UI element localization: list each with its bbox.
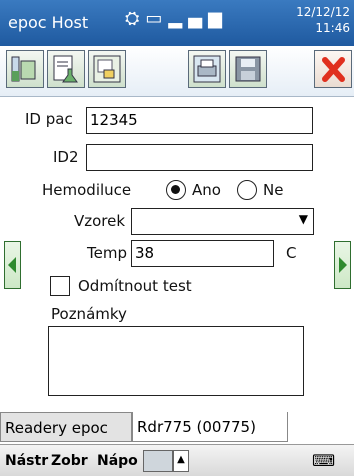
arrow-right-icon bbox=[339, 257, 347, 273]
signal-icon[interactable]: ▂▄▆ bbox=[168, 8, 228, 29]
test-tube-icon bbox=[11, 56, 36, 82]
reject-test-checkbox[interactable] bbox=[50, 276, 70, 296]
notes-textarea[interactable] bbox=[48, 326, 304, 396]
chevron-down-icon: ▼ bbox=[298, 212, 308, 226]
id2-label: ID2 bbox=[53, 148, 79, 166]
temp-unit: C bbox=[286, 244, 297, 262]
close-icon bbox=[322, 57, 345, 82]
arrow-left-icon bbox=[8, 257, 16, 273]
reject-test-label[interactable]: Odmítnout test bbox=[78, 277, 192, 295]
temp-input[interactable]: 38 bbox=[131, 240, 274, 267]
document-flask-button[interactable] bbox=[47, 50, 85, 88]
network-icon[interactable] bbox=[143, 450, 173, 472]
title-bar: epoc Host ⛭▭▂▄▆ 12/12/12 11:46 bbox=[0, 0, 354, 46]
test-tube-button[interactable] bbox=[6, 50, 44, 88]
vzorek-label: Vzorek bbox=[74, 212, 126, 230]
menu-zobr[interactable]: Zobr bbox=[51, 453, 88, 469]
id-pac-input[interactable]: 12345 bbox=[86, 107, 313, 134]
app-title: epoc Host bbox=[8, 13, 89, 32]
document-flask-icon bbox=[53, 55, 78, 83]
clock[interactable]: 12/12/12 11:46 bbox=[296, 4, 350, 36]
close-button[interactable] bbox=[314, 50, 352, 88]
chevron-up-icon[interactable]: ▲ bbox=[173, 450, 189, 472]
save-icon bbox=[235, 56, 261, 82]
id2-input[interactable] bbox=[86, 144, 313, 171]
radio-selected-dot bbox=[171, 185, 180, 194]
menu-nastr[interactable]: Nástr bbox=[5, 453, 48, 469]
system-icons: ⛭▭▂▄▆ bbox=[125, 8, 228, 29]
printer-icon bbox=[193, 55, 221, 83]
save-button[interactable] bbox=[229, 50, 267, 88]
id-pac-label: ID pac bbox=[25, 110, 73, 128]
radio-ano-label[interactable]: Ano bbox=[192, 181, 221, 199]
radio-ano[interactable] bbox=[166, 180, 186, 200]
notes-label: Poznámky bbox=[51, 305, 127, 323]
hemodiluce-label: Hemodiluce bbox=[42, 181, 132, 199]
report-icon bbox=[93, 55, 121, 83]
previous-button[interactable] bbox=[4, 241, 21, 289]
report-button[interactable] bbox=[88, 50, 126, 88]
sync-icon[interactable]: ⛭ bbox=[125, 8, 145, 29]
time-text: 11:46 bbox=[315, 21, 350, 35]
vzorek-select[interactable]: ▼ bbox=[131, 208, 314, 235]
radio-ne[interactable] bbox=[237, 180, 257, 200]
temp-label: Temp bbox=[87, 244, 127, 262]
keyboard-icon[interactable]: ⌨ bbox=[312, 451, 335, 470]
battery-icon[interactable]: ▭ bbox=[145, 8, 168, 29]
tab-readery-epoc[interactable]: Readery epoc bbox=[0, 412, 132, 442]
date-text: 12/12/12 bbox=[296, 5, 350, 19]
menu-bar: Nástr Zobr Nápo ▲ ⌨ bbox=[0, 444, 354, 476]
toolbar bbox=[0, 46, 354, 97]
menu-napo[interactable]: Nápo bbox=[97, 453, 138, 469]
print-button[interactable] bbox=[188, 50, 226, 88]
radio-ne-label[interactable]: Ne bbox=[263, 181, 283, 199]
next-button[interactable] bbox=[334, 241, 351, 289]
tab-rdr775[interactable]: Rdr775 (00775) bbox=[132, 412, 288, 442]
